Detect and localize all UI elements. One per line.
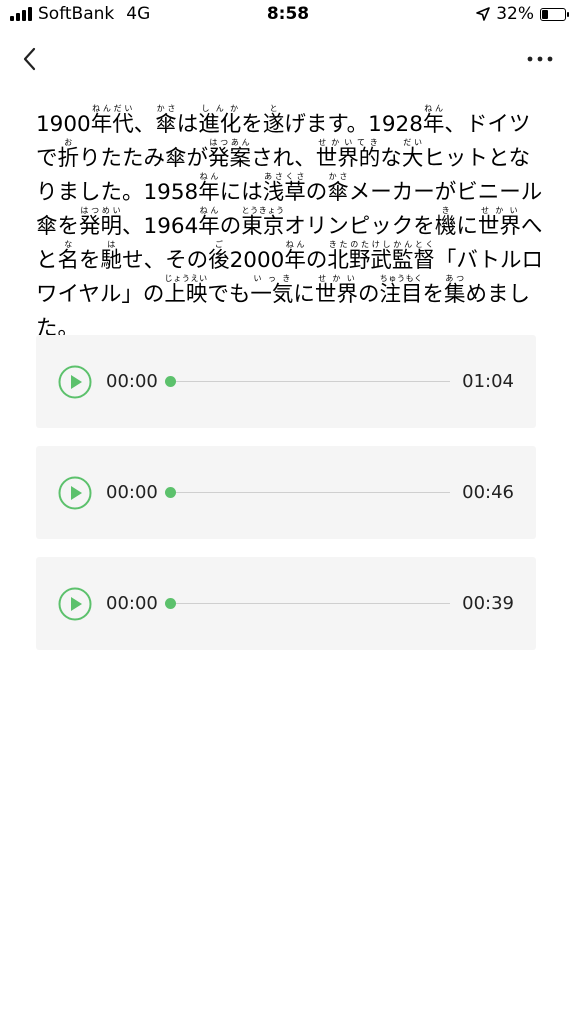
status-bar: SoftBank 4G 8:58 32% bbox=[0, 0, 576, 30]
furigana-reading: だい bbox=[401, 138, 424, 147]
furigana-word: 年ねん bbox=[284, 240, 306, 274]
ellipsis-icon bbox=[527, 56, 553, 62]
furigana-word: 上映じょうえい bbox=[164, 274, 208, 308]
furigana-word: 傘かさ bbox=[327, 172, 349, 206]
total-time: 00:39 bbox=[462, 593, 514, 614]
furigana-reading: な bbox=[57, 240, 80, 249]
play-icon bbox=[58, 365, 92, 399]
furigana-reading: は bbox=[100, 240, 123, 249]
furigana-reading: とうきょう bbox=[241, 206, 285, 215]
furigana-word: 監督かんとく bbox=[391, 240, 435, 274]
furigana-word: 発明はつめい bbox=[79, 206, 123, 240]
furigana-reading: ご bbox=[208, 240, 230, 249]
furigana-reading: せかいてき bbox=[315, 138, 381, 147]
furigana-reading: かさ bbox=[155, 104, 177, 113]
furigana-word: 世界せかい bbox=[314, 274, 358, 308]
battery-level bbox=[542, 9, 548, 19]
furigana-reading: と bbox=[262, 104, 285, 113]
current-time: 00:00 bbox=[106, 593, 158, 614]
furigana-reading: かんとく bbox=[391, 240, 435, 249]
furigana-word: 年ねん bbox=[198, 206, 220, 240]
current-time: 00:00 bbox=[106, 371, 158, 392]
furigana-word: 後ご bbox=[208, 240, 230, 274]
progress-track[interactable] bbox=[165, 487, 450, 498]
play-icon bbox=[58, 476, 92, 510]
progress-handle[interactable] bbox=[165, 376, 176, 387]
furigana-reading: あつ bbox=[443, 274, 466, 283]
chevron-left-icon bbox=[23, 47, 36, 71]
furigana-word: 世界的せかいてき bbox=[315, 138, 381, 172]
furigana-word: 進化しんか bbox=[198, 104, 242, 138]
furigana-reading: あさくさ bbox=[262, 172, 306, 181]
furigana-reading: はつめい bbox=[79, 206, 123, 215]
play-icon bbox=[58, 587, 92, 621]
furigana-word: 年代ねんだい bbox=[90, 104, 134, 138]
back-button[interactable] bbox=[16, 44, 46, 74]
nav-bar bbox=[0, 36, 576, 80]
furigana-word: 折お bbox=[57, 138, 80, 172]
audio-player-2: 00:00 00:46 bbox=[36, 446, 536, 539]
play-button[interactable] bbox=[58, 587, 92, 621]
total-time: 00:46 bbox=[462, 482, 514, 503]
furigana-reading: お bbox=[57, 138, 80, 147]
article-text: 1900年代ねんだい、傘かさは進化しんかを遂とげます。1928年ねん、ドイツで折… bbox=[36, 104, 544, 342]
progress-track[interactable] bbox=[165, 598, 450, 609]
furigana-word: 馳は bbox=[100, 240, 123, 274]
furigana-word: 発案はつあん bbox=[208, 138, 252, 172]
play-button[interactable] bbox=[58, 365, 92, 399]
furigana-word: 北野武きたのたけし bbox=[327, 240, 392, 274]
furigana-word: 一気いっき bbox=[250, 274, 294, 308]
furigana-reading: かさ bbox=[327, 172, 349, 181]
furigana-reading: ねん bbox=[422, 104, 445, 113]
furigana-reading: ねんだい bbox=[90, 104, 134, 113]
furigana-word: 遂と bbox=[262, 104, 285, 138]
furigana-word: 名な bbox=[57, 240, 80, 274]
furigana-reading: せかい bbox=[314, 274, 358, 283]
furigana-reading: いっき bbox=[250, 274, 294, 283]
furigana-word: 世界せかい bbox=[477, 206, 521, 240]
current-time: 00:00 bbox=[106, 482, 158, 503]
furigana-word: 東京とうきょう bbox=[241, 206, 285, 240]
battery-icon bbox=[540, 7, 569, 21]
furigana-reading: きたのたけし bbox=[327, 240, 392, 249]
location-arrow-icon bbox=[476, 7, 491, 21]
furigana-word: 大だい bbox=[401, 138, 424, 172]
furigana-word: 機き bbox=[434, 206, 457, 240]
total-time: 01:04 bbox=[462, 371, 514, 392]
furigana-reading: ねん bbox=[284, 240, 306, 249]
furigana-word: 集あつ bbox=[443, 274, 466, 308]
audio-player-1: 00:00 01:04 bbox=[36, 335, 536, 428]
progress-handle[interactable] bbox=[165, 598, 176, 609]
status-right: 32% bbox=[476, 4, 569, 24]
furigana-word: 浅草あさくさ bbox=[262, 172, 306, 206]
furigana-reading: しんか bbox=[198, 104, 242, 113]
furigana-reading: せかい bbox=[477, 206, 521, 215]
furigana-reading: はつあん bbox=[208, 138, 252, 147]
play-button[interactable] bbox=[58, 476, 92, 510]
furigana-reading: き bbox=[434, 206, 457, 215]
furigana-reading: ねん bbox=[198, 206, 220, 215]
furigana-reading: じょうえい bbox=[164, 274, 208, 283]
furigana-word: 傘かさ bbox=[155, 104, 177, 138]
furigana-word: 年ねん bbox=[422, 104, 445, 138]
furigana-reading: ちゅうもく bbox=[379, 274, 423, 283]
more-button[interactable] bbox=[522, 44, 558, 74]
progress-track[interactable] bbox=[165, 376, 450, 387]
battery-percent: 32% bbox=[496, 4, 534, 24]
progress-handle[interactable] bbox=[165, 487, 176, 498]
audio-player-3: 00:00 00:39 bbox=[36, 557, 536, 650]
furigana-word: 注目ちゅうもく bbox=[379, 274, 423, 308]
furigana-reading: ねん bbox=[198, 172, 220, 181]
furigana-word: 年ねん bbox=[198, 172, 220, 206]
